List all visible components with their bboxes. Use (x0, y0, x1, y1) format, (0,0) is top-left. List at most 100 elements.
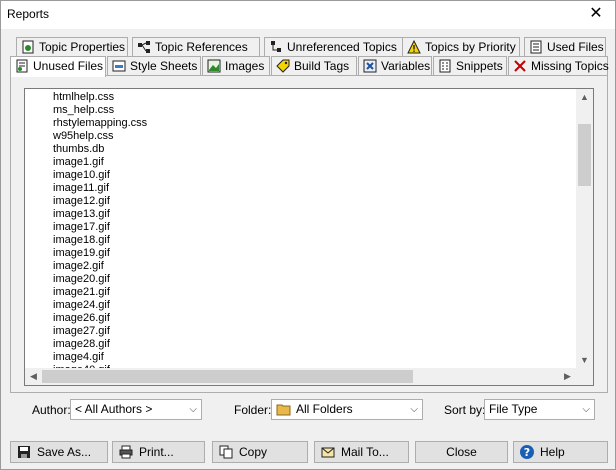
save-as-label: Save As... (37, 445, 92, 459)
tab-used-files[interactable]: Used Files (524, 37, 606, 56)
list-item[interactable]: image2.gif (53, 260, 573, 273)
vertical-scrollbar[interactable]: ▲ ▼ (576, 89, 593, 369)
list-item[interactable]: image10.gif (53, 169, 573, 182)
tab-label: Topic Properties (39, 40, 126, 54)
file-list: htmlhelp.css ms_help.css rhstylemapping.cs… (53, 91, 573, 377)
tag-icon (276, 59, 290, 73)
list-item[interactable]: rhstylemapping.css (53, 117, 573, 130)
sort-value: File Type (489, 402, 538, 416)
list-item[interactable]: image28.gif (53, 338, 573, 351)
author-label: Author: (32, 403, 71, 417)
tab-images[interactable]: Images (202, 56, 270, 75)
reports-window: Reports ✕ Topic Properties Topic Referen… (0, 0, 616, 470)
scroll-right-icon[interactable]: ▶ (559, 368, 576, 385)
window-title: Reports (7, 7, 50, 21)
tab-style-sheets[interactable]: Style Sheets (107, 56, 201, 75)
tab-label: Images (225, 59, 265, 73)
print-label: Print... (139, 445, 174, 459)
chevron-down-icon: ⌵ (582, 404, 590, 415)
copy-button[interactable]: Copy (212, 441, 308, 463)
scroll-up-icon[interactable]: ▲ (576, 89, 593, 106)
scroll-down-icon[interactable]: ▼ (576, 352, 593, 369)
list-item[interactable]: image27.gif (53, 325, 573, 338)
tab-label: Topic References (155, 40, 248, 54)
tab-topic-references[interactable]: Topic References (132, 37, 260, 56)
title-bar: Reports ✕ (1, 1, 615, 29)
list-item[interactable]: image13.gif (53, 208, 573, 221)
folder-value: All Folders (296, 402, 353, 416)
unreferenced-topics-icon (271, 41, 281, 52)
help-button[interactable]: ? Help (513, 441, 608, 463)
tab-label: Build Tags (294, 59, 350, 73)
sort-select[interactable]: File Type ⌵ (484, 399, 595, 420)
tab-unreferenced-topics[interactable]: Unreferenced Topics (264, 37, 406, 56)
tab-label: Unreferenced Topics (287, 40, 397, 54)
tab-label: Topics by Priority (425, 40, 516, 54)
scroll-corner (576, 368, 593, 385)
author-value: < All Authors > (75, 402, 153, 416)
tab-label: Style Sheets (130, 59, 198, 73)
vertical-scroll-thumb[interactable] (578, 124, 591, 186)
tab-label: Snippets (456, 59, 503, 73)
horizontal-scroll-thumb[interactable] (42, 370, 413, 383)
horizontal-scrollbar[interactable]: ◀ ▶ (25, 368, 576, 385)
used-files-icon (530, 40, 542, 54)
mail-to-button[interactable]: Mail To... (314, 441, 409, 463)
folder-select[interactable]: All Folders ⌵ (271, 399, 423, 420)
tab-topics-by-priority[interactable]: Topics by Priority (402, 37, 520, 56)
save-as-button[interactable]: Save As... (10, 441, 108, 463)
missing-x-icon (514, 60, 526, 72)
style-sheets-icon (112, 60, 126, 72)
close-label: Close (446, 445, 477, 459)
tab-build-tags[interactable]: Build Tags (271, 56, 357, 75)
list-item[interactable]: image21.gif (53, 286, 573, 299)
unused-files-icon (16, 59, 28, 73)
list-item[interactable]: image1.gif (53, 156, 573, 169)
topic-references-icon (138, 41, 150, 53)
copy-icon (219, 445, 233, 459)
chevron-down-icon: ⌵ (410, 404, 418, 415)
list-item[interactable]: image18.gif (53, 234, 573, 247)
tab-snippets[interactable]: Snippets (433, 56, 507, 75)
scroll-left-icon[interactable]: ◀ (25, 368, 42, 385)
author-select[interactable]: < All Authors > ⌵ (70, 399, 202, 420)
list-item[interactable]: image11.gif (53, 182, 573, 195)
printer-icon (119, 445, 133, 459)
variables-icon (363, 59, 377, 73)
tab-label: Used Files (547, 40, 604, 54)
help-label: Help (540, 445, 565, 459)
folder-label: Folder: (234, 403, 272, 417)
list-item[interactable]: image12.gif (53, 195, 573, 208)
list-item[interactable]: image4.gif (53, 351, 573, 364)
tab-variables[interactable]: Variables (358, 56, 432, 75)
close-icon[interactable]: ✕ (587, 5, 605, 23)
list-item[interactable]: w95help.css (53, 130, 573, 143)
topic-properties-icon (22, 40, 34, 54)
list-item[interactable]: htmlhelp.css (53, 91, 573, 104)
list-item[interactable]: ms_help.css (53, 104, 573, 117)
mail-to-label: Mail To... (341, 445, 389, 459)
list-item[interactable]: image19.gif (53, 247, 573, 260)
tab-unused-files[interactable]: Unused Files (10, 56, 106, 77)
list-item[interactable]: image26.gif (53, 312, 573, 325)
tab-label: Missing Topics (531, 59, 609, 73)
folder-icon (276, 404, 291, 416)
unused-files-list[interactable]: htmlhelp.css ms_help.css rhstylemapping.cs… (24, 88, 594, 386)
help-icon: ? (520, 445, 534, 459)
list-item[interactable]: image24.gif (53, 299, 573, 312)
chevron-down-icon: ⌵ (189, 404, 197, 415)
envelope-icon (321, 447, 335, 458)
tab-label: Variables (381, 59, 431, 73)
close-button[interactable]: Close (415, 441, 508, 463)
list-item[interactable]: image20.gif (53, 273, 573, 286)
tab-row-1: Topic Properties Topic References Unrefe… (16, 37, 606, 56)
images-icon (207, 59, 221, 73)
svg-text:?: ? (524, 446, 530, 459)
tab-topic-properties[interactable]: Topic Properties (16, 37, 128, 56)
print-button[interactable]: Print... (112, 441, 205, 463)
list-item[interactable]: thumbs.db (53, 143, 573, 156)
tab-missing-topics[interactable]: Missing Topics (508, 56, 609, 75)
list-item[interactable]: image17.gif (53, 221, 573, 234)
floppy-disk-icon (18, 446, 30, 458)
copy-label: Copy (239, 445, 268, 459)
